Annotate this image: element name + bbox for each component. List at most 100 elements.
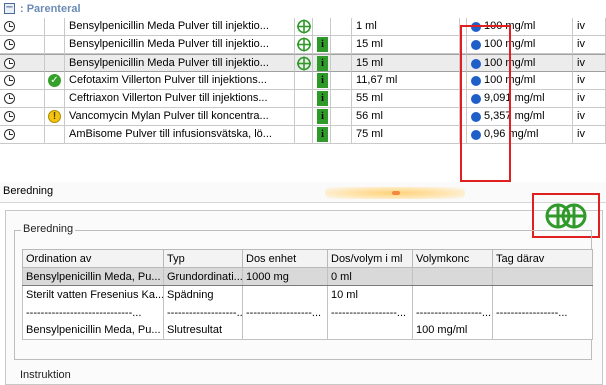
column-header[interactable]: Ordination av xyxy=(22,249,164,268)
table-cell: -----------------------------... xyxy=(22,303,164,322)
volume-cell: 11,67 ml xyxy=(352,72,460,90)
table-cell: Spädning xyxy=(163,285,243,304)
info-icon[interactable]: i xyxy=(317,73,328,88)
medication-row[interactable]: AmBisome Pulver till infusionsvätska, lö… xyxy=(0,126,606,144)
table-cell: 1000 mg xyxy=(242,267,328,286)
status-cell xyxy=(45,36,65,54)
table-row[interactable]: -----------------------------... --------… xyxy=(22,303,593,322)
route-cell: iv xyxy=(573,90,606,108)
clock-cell[interactable] xyxy=(0,126,45,144)
table-cell xyxy=(492,285,593,304)
medication-name: Bensylpenicillin Meda Pulver till injekt… xyxy=(65,18,295,36)
clock-icon[interactable] xyxy=(4,21,15,32)
column-header[interactable]: Dos/volym i ml xyxy=(327,249,413,268)
route-cell: iv xyxy=(573,126,606,144)
instruktion-label: Instruktion xyxy=(20,369,71,381)
medication-name: Vancomycin Mylan Pulver till koncentra..… xyxy=(65,108,295,126)
status-cell xyxy=(45,54,65,72)
medication-row[interactable]: Ceftriaxon Villerton Pulver till injekti… xyxy=(0,90,606,108)
info-cell: i xyxy=(313,72,331,90)
info-icon[interactable]: i xyxy=(317,56,328,71)
table-cell: ------------------... xyxy=(327,303,413,322)
clock-icon[interactable] xyxy=(4,129,15,140)
concentration-highlight-box xyxy=(460,25,511,182)
info-icon[interactable]: i xyxy=(317,37,328,52)
warning-icon[interactable]: ! xyxy=(48,110,61,123)
route-cell: iv xyxy=(573,72,606,90)
table-cell xyxy=(492,267,593,286)
beredning-bar-title: Beredning xyxy=(3,185,54,197)
clock-cell[interactable] xyxy=(0,90,45,108)
info-cell xyxy=(313,18,331,36)
status-cell xyxy=(45,18,65,36)
status-cell: ! xyxy=(45,108,65,126)
splitter-handle[interactable] xyxy=(392,191,400,195)
column-header[interactable]: Dos enhet xyxy=(242,249,328,268)
symbol-cell xyxy=(295,90,313,108)
blank-cell xyxy=(331,108,352,126)
volume-cell: 55 ml xyxy=(352,90,460,108)
symbol-cell xyxy=(295,54,313,72)
collapse-toggle-icon[interactable]: − xyxy=(4,3,15,14)
blank-cell xyxy=(331,126,352,144)
group-title: : Parenteral xyxy=(20,3,81,15)
clock-cell[interactable] xyxy=(0,36,45,54)
table-cell: Sterilt vatten Fresenius Ka... xyxy=(22,285,164,304)
clock-cell[interactable] xyxy=(0,18,45,36)
medication-name: Ceftriaxon Villerton Pulver till injekti… xyxy=(65,90,295,108)
medication-row[interactable]: ! Vancomycin Mylan Pulver till koncentra.… xyxy=(0,108,606,126)
medication-row[interactable]: Bensylpenicillin Meda Pulver till injekt… xyxy=(0,18,606,36)
clock-cell[interactable] xyxy=(0,54,45,72)
volume-cell: 1 ml xyxy=(352,18,460,36)
column-header[interactable]: Tag därav xyxy=(492,249,593,268)
status-cell: ✓ xyxy=(45,72,65,90)
medication-name: Bensylpenicillin Meda Pulver till injekt… xyxy=(65,54,295,72)
table-cell xyxy=(492,321,593,340)
route-cell: iv xyxy=(573,18,606,36)
beredning-bar[interactable]: Beredning xyxy=(0,182,606,203)
table-row[interactable]: Sterilt vatten Fresenius Ka... Spädning 10… xyxy=(22,285,593,304)
volume-cell: 56 ml xyxy=(352,108,460,126)
route-cell: iv xyxy=(573,36,606,54)
medication-row[interactable]: ✓ Cefotaxim Villerton Pulver till injekti… xyxy=(0,72,606,90)
pharmacy-cross-icon xyxy=(545,203,587,229)
info-icon[interactable]: i xyxy=(317,127,328,142)
group-header-parenteral[interactable]: − : Parenteral xyxy=(0,0,606,18)
info-cell: i xyxy=(313,126,331,144)
blank-cell xyxy=(331,36,352,54)
medication-row[interactable]: Bensylpenicillin Meda Pulver till injekt… xyxy=(0,54,606,72)
table-row[interactable]: Bensylpenicillin Meda, Pu... Grundordinat… xyxy=(22,267,593,286)
table-cell: Bensylpenicillin Meda, Pu... xyxy=(22,321,164,340)
table-cell: Grundordinati... xyxy=(163,267,243,286)
clock-cell[interactable] xyxy=(0,108,45,126)
column-header[interactable]: Typ xyxy=(163,249,243,268)
pharmacy-cross-icon xyxy=(297,56,311,71)
pharmacy-cross-icon xyxy=(297,19,311,34)
clock-icon[interactable] xyxy=(4,39,15,50)
clock-icon[interactable] xyxy=(4,58,15,69)
table-cell: 100 mg/ml xyxy=(412,321,493,340)
table-cell xyxy=(412,285,493,304)
clock-icon[interactable] xyxy=(4,93,15,104)
clock-cell[interactable] xyxy=(0,72,45,90)
preparation-table-header: Ordination av Typ Dos enhet Dos/volym i ml V… xyxy=(22,249,593,268)
table-cell: ------------------... xyxy=(412,303,493,322)
table-cell: 0 ml xyxy=(327,267,413,286)
table-cell: -------------------... xyxy=(163,303,243,322)
column-header[interactable]: Volymkonc xyxy=(412,249,493,268)
symbol-cell xyxy=(295,18,313,36)
table-cell xyxy=(327,321,413,340)
beredning-legend: Beredning xyxy=(21,223,76,235)
medication-row[interactable]: Bensylpenicillin Meda Pulver till injekt… xyxy=(0,36,606,54)
clock-icon[interactable] xyxy=(4,75,15,86)
info-icon[interactable]: i xyxy=(317,91,328,106)
blank-cell xyxy=(331,90,352,108)
table-cell: Slutresultat xyxy=(163,321,243,340)
blank-cell xyxy=(331,54,352,72)
blank-cell xyxy=(331,72,352,90)
clock-icon[interactable] xyxy=(4,111,15,122)
symbol-cell xyxy=(295,72,313,90)
blank-cell xyxy=(331,18,352,36)
info-icon[interactable]: i xyxy=(317,109,328,124)
table-row[interactable]: Bensylpenicillin Meda, Pu... Slutresultat… xyxy=(22,321,593,340)
